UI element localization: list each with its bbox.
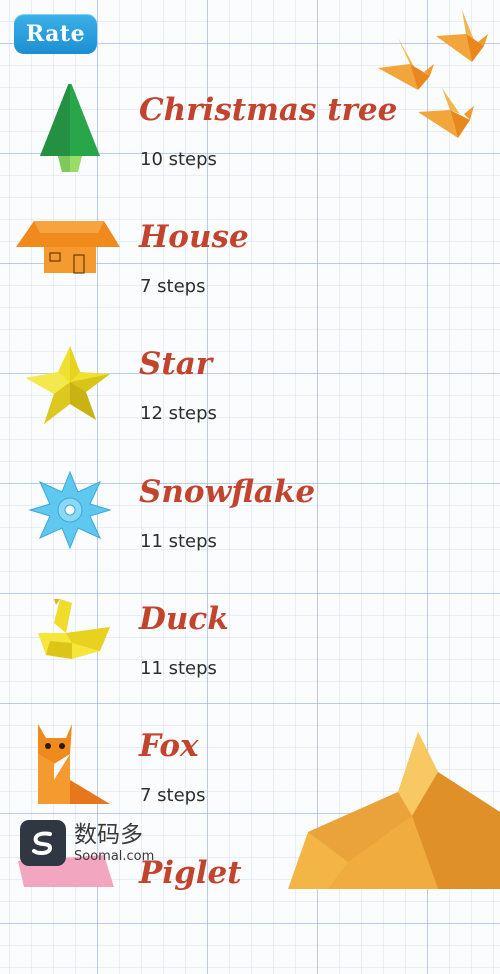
origami-bird-icon <box>378 38 434 90</box>
item-steps: 7 steps <box>140 785 206 806</box>
fox-icon <box>38 724 110 804</box>
watermark-domain: Soomal.com <box>74 848 155 864</box>
item-title: Star <box>139 346 213 382</box>
item-title: Piglet <box>139 855 242 891</box>
large-origami-bird-decoration <box>288 732 500 889</box>
list-item-duck[interactable]: Duck 11 steps <box>0 593 500 720</box>
item-steps: 11 steps <box>140 531 217 552</box>
house-icon <box>16 221 120 274</box>
list-item-christmas-tree[interactable]: Christmas tree 10 steps <box>0 84 500 211</box>
item-title: Snowflake <box>139 474 316 510</box>
duck-icon <box>38 599 110 659</box>
item-title: House <box>139 219 249 255</box>
snowflake-icon <box>28 470 112 550</box>
item-title: Fox <box>139 728 199 764</box>
rate-button[interactable]: Rate <box>14 14 97 54</box>
soomal-logo-icon <box>20 820 66 866</box>
list-item-star[interactable]: Star 12 steps <box>0 338 500 465</box>
origami-bird-icon <box>436 10 488 62</box>
christmas-tree-icon <box>40 84 100 172</box>
item-title: Christmas tree <box>139 92 398 128</box>
item-steps: 11 steps <box>140 658 217 679</box>
watermark-chinese: 数码多 <box>74 821 143 848</box>
item-title: Duck <box>139 601 229 637</box>
item-steps: 12 steps <box>140 403 217 424</box>
watermark: 数码多 Soomal.com <box>20 820 154 866</box>
item-steps: 7 steps <box>140 276 206 297</box>
list-item-snowflake[interactable]: Snowflake 11 steps <box>0 466 500 593</box>
star-icon <box>26 346 110 424</box>
list-item-house[interactable]: House 7 steps <box>0 211 500 338</box>
item-steps: 10 steps <box>140 149 217 170</box>
